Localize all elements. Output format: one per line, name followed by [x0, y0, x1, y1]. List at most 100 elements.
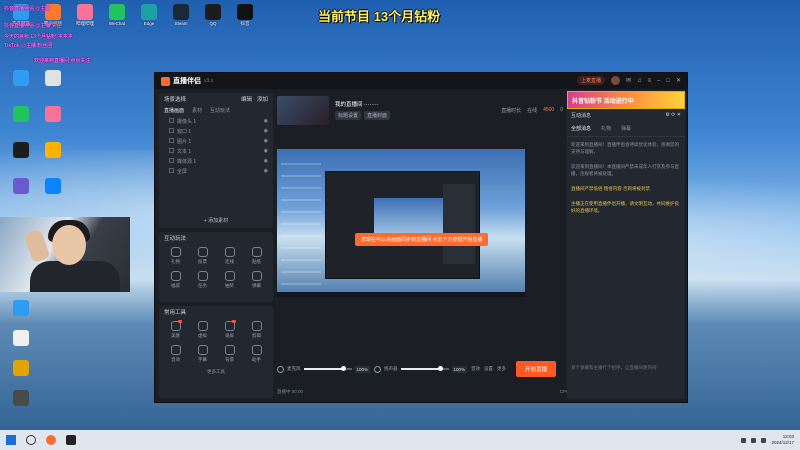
tab-live-view[interactable]: 直播画面 — [164, 107, 184, 114]
desktop-icon[interactable] — [36, 142, 70, 159]
tool-button[interactable]: 剪辑 — [243, 321, 270, 339]
source-item[interactable]: 媒体源 1 ◉ — [159, 156, 273, 166]
tab-interact[interactable]: 互动玩法 — [210, 107, 230, 114]
desktop-icon[interactable] — [4, 178, 38, 195]
headset-icon[interactable]: ♫ — [637, 78, 642, 84]
tab-all-messages[interactable]: 全部消息 — [571, 125, 591, 132]
message-tools-icon[interactable]: ⚙ ⟳ ✕ — [665, 112, 681, 119]
live-app-taskbar-icon[interactable] — [66, 435, 76, 445]
app-icon — [45, 178, 61, 194]
desktop-icon[interactable] — [4, 390, 38, 407]
minimize-icon[interactable]: – — [657, 78, 660, 84]
scene-thumbnail[interactable] — [277, 95, 329, 125]
interact-button[interactable]: 福袋 — [162, 271, 189, 289]
desktop-icon[interactable] — [36, 106, 70, 123]
scene-add-button[interactable]: 添加 — [257, 95, 268, 103]
desktop-icon[interactable] — [4, 330, 38, 347]
network-icon[interactable] — [741, 437, 747, 443]
menu-icon[interactable]: ≡ — [647, 78, 651, 84]
source-label: 窗口 1 — [177, 128, 192, 135]
desktop-icon[interactable] — [4, 360, 38, 377]
maximize-icon[interactable]: □ — [666, 78, 670, 84]
tab-gifts[interactable]: 礼物 — [601, 125, 611, 132]
more-tools-button[interactable]: 更多工具 — [159, 366, 273, 375]
start-live-button[interactable]: 开始直播 — [516, 361, 557, 377]
checkbox-icon[interactable] — [169, 137, 174, 143]
search-icon[interactable] — [26, 435, 36, 445]
desktop-icon[interactable] — [4, 142, 38, 159]
checkbox-icon[interactable] — [169, 117, 174, 123]
settings-button[interactable]: 设置 — [484, 366, 493, 372]
source-item[interactable]: 窗口 1 ◉ — [159, 126, 273, 136]
interact-button[interactable]: 投票 — [189, 247, 216, 265]
more-button[interactable]: 更多 — [497, 366, 506, 372]
interact-button[interactable]: 任务 — [189, 271, 216, 289]
visibility-icon[interactable]: ◉ — [264, 168, 268, 174]
visibility-icon[interactable]: ◉ — [264, 158, 268, 164]
tab-danmaku[interactable]: 弹幕 — [621, 125, 631, 132]
desktop-icon[interactable]: WeChat — [100, 4, 134, 26]
message-input-hint[interactable]: 发个弹幕和主播打个招呼，让直播间更热闹 — [571, 364, 681, 371]
speaker-slider[interactable] — [400, 366, 449, 371]
speaker-icon[interactable] — [374, 365, 382, 373]
add-source-button[interactable]: + 添加素材 — [159, 217, 273, 224]
source-item[interactable]: 图片 1 ◉ — [159, 136, 273, 146]
desktop-icon[interactable] — [36, 178, 70, 195]
visibility-icon[interactable]: ◉ — [264, 118, 268, 124]
windows-start-icon[interactable] — [6, 435, 16, 445]
tool-button[interactable]: 录屏 — [216, 320, 243, 339]
source-item[interactable]: 摄像头 1 ◉ — [159, 116, 273, 126]
visibility-icon[interactable]: ◉ — [264, 128, 268, 134]
desktop-icon[interactable] — [36, 70, 70, 87]
interact-button[interactable]: 抽奖 — [216, 271, 243, 289]
cover-button[interactable]: 直播封面 — [364, 111, 391, 120]
desktop-icon[interactable] — [4, 106, 38, 123]
mic-slider[interactable] — [303, 366, 352, 371]
avatar[interactable] — [610, 76, 620, 85]
clock[interactable]: 13:03 2024/12/17 — [771, 434, 794, 446]
checkbox-icon[interactable] — [169, 127, 174, 133]
desktop-icon[interactable] — [4, 300, 38, 317]
source-item[interactable]: 文本 1 ◉ — [159, 146, 273, 156]
title-settings-button[interactable]: 标题设置 — [335, 111, 362, 120]
tool-button[interactable]: 背景 — [216, 345, 243, 363]
promo-banner[interactable]: 抖音钻粉节 活动进行中 — [567, 91, 685, 109]
tool-label: 助手 — [252, 357, 261, 362]
desktop-icon[interactable]: 抖音 — [228, 4, 262, 27]
ime-icon[interactable] — [761, 437, 767, 443]
browser-taskbar-icon[interactable] — [46, 435, 56, 445]
interact-button[interactable]: 弹幕 — [243, 271, 270, 289]
desktop-icon[interactable] — [4, 70, 38, 87]
checkbox-icon[interactable] — [169, 167, 174, 173]
visibility-icon[interactable]: ◉ — [264, 138, 268, 144]
source-item[interactable]: 全屏 ◉ — [159, 166, 273, 176]
interact-button[interactable]: 礼物 — [162, 247, 189, 265]
mail-icon[interactable]: ✉ — [626, 77, 631, 84]
cohost-live-button[interactable]: 上麦直播 — [576, 76, 605, 85]
live-preview[interactable]: 您现在可以将画面同步到直播间 点击下方按钮开始直播 — [277, 149, 525, 297]
tool-button[interactable]: 字幕 — [189, 345, 216, 363]
desktop-icon[interactable]: Edge — [132, 4, 166, 26]
close-icon[interactable]: ✕ — [676, 77, 681, 84]
desktop-icon[interactable]: Steam — [164, 4, 198, 26]
interact-button[interactable]: 贴纸 — [243, 247, 270, 265]
sources-box: 场景选择 编辑 添加 直播画面 素材 互动玩法 摄像头 1 ◉ 窗口 1 ◉ 图片 1 ◉… — [159, 93, 273, 228]
microphone-icon[interactable] — [277, 365, 284, 373]
tool-button[interactable]: 美颜 — [162, 320, 189, 339]
scene-edit-button[interactable]: 编辑 — [241, 95, 252, 103]
tool-button[interactable]: 助手 — [243, 345, 270, 363]
clock-date: 2024/12/17 — [771, 440, 794, 445]
desktop-icon[interactable]: 哔哩哔哩 — [68, 4, 102, 27]
tool-button[interactable]: 音效 — [162, 345, 189, 363]
tab-materials[interactable]: 素材 — [192, 107, 202, 114]
tool-button[interactable]: 虚拟 — [189, 321, 216, 339]
volume-icon[interactable] — [751, 437, 757, 443]
tool-label: 录屏 — [225, 333, 234, 338]
desktop-icon-label: 抖音 — [240, 21, 250, 26]
desktop-icon[interactable]: QQ — [196, 4, 230, 26]
visibility-icon[interactable]: ◉ — [264, 148, 268, 154]
checkbox-icon[interactable] — [169, 157, 174, 163]
sound-effect-button[interactable]: 音效 — [471, 366, 480, 372]
interact-button[interactable]: 连线 — [216, 247, 243, 265]
checkbox-icon[interactable] — [169, 147, 174, 153]
